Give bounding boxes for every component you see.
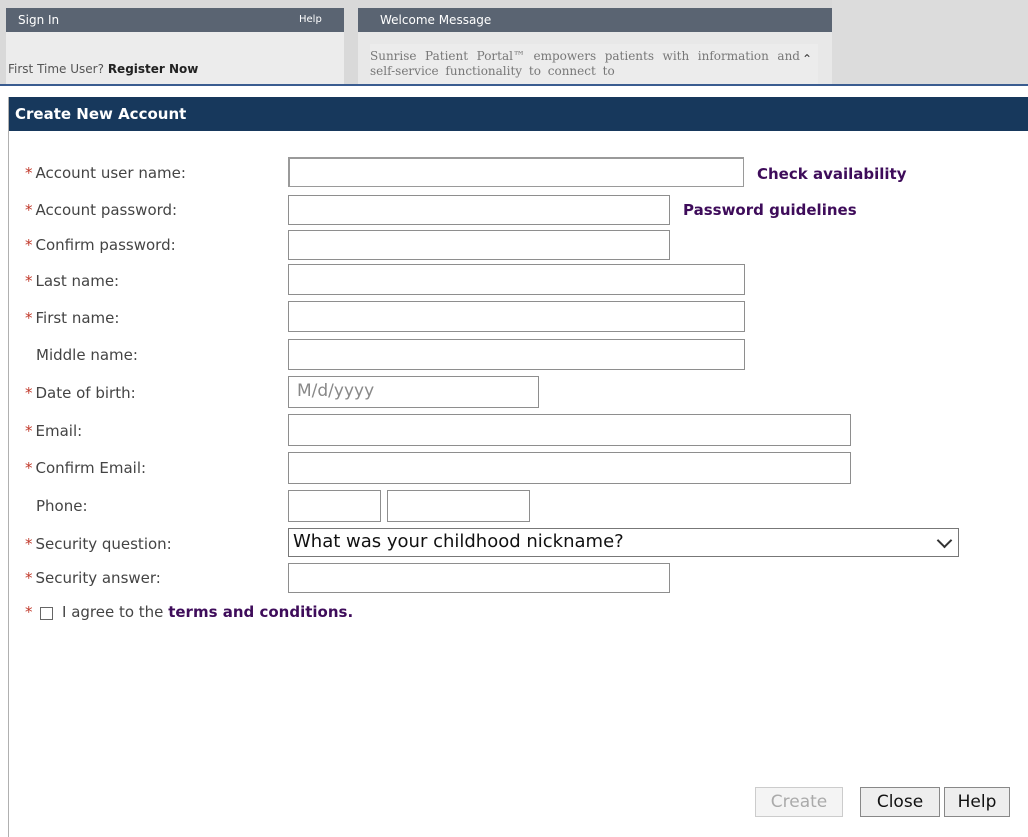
portal-background-right xyxy=(832,0,1028,84)
required-marker: * xyxy=(25,459,33,477)
email-input[interactable] xyxy=(288,414,851,446)
password-guidelines-link[interactable]: Password guidelines xyxy=(683,201,857,219)
terms-required-marker: * xyxy=(25,603,33,621)
dob-placeholder: M/d/yyyy xyxy=(297,381,375,401)
create-account-dialog: Create New Account * Account user name: C… xyxy=(8,97,1028,837)
welcome-header: Welcome Message xyxy=(358,8,832,32)
security-answer-label: * Security answer: xyxy=(25,569,161,587)
welcome-title: Welcome Message xyxy=(380,13,492,27)
terms-agreement: I agree to the terms and conditions. xyxy=(62,603,353,621)
required-marker: * xyxy=(25,272,33,290)
required-marker: * xyxy=(25,535,33,553)
signin-help-link[interactable]: Help xyxy=(299,8,322,32)
check-availability-link[interactable]: Check availability xyxy=(757,165,907,183)
required-marker: * xyxy=(25,422,33,440)
last-name-label: * Last name: xyxy=(25,272,120,290)
username-label: * Account user name: xyxy=(25,164,186,182)
phone-label: Phone: xyxy=(36,497,88,515)
required-marker: * xyxy=(25,201,33,219)
first-name-input[interactable] xyxy=(288,301,745,332)
email-label: * Email: xyxy=(25,422,83,440)
required-marker: * xyxy=(25,236,33,254)
password-label: * Account password: xyxy=(25,201,178,219)
last-name-input[interactable] xyxy=(288,264,745,295)
security-answer-input[interactable] xyxy=(288,563,670,593)
confirm-password-input[interactable] xyxy=(288,230,670,260)
signin-title: Sign In xyxy=(18,13,60,27)
required-marker: * xyxy=(25,164,33,182)
dialog-title: Create New Account xyxy=(15,105,187,123)
welcome-text: Sunrise Patient Portal™ empowers patient… xyxy=(370,49,800,78)
security-question-label: * Security question: xyxy=(25,535,172,553)
first-name-label: * First name: xyxy=(25,309,120,327)
terms-and-conditions-link[interactable]: terms and conditions. xyxy=(168,603,353,621)
dob-input[interactable]: M/d/yyyy xyxy=(288,376,539,408)
welcome-panel: Welcome Message Sunrise Patient Portal™ … xyxy=(358,8,832,84)
portal-divider xyxy=(0,84,1028,86)
agree-text: I agree to the xyxy=(62,603,164,621)
help-button[interactable]: Help xyxy=(944,787,1010,817)
phone-area-code-input[interactable] xyxy=(288,490,381,522)
confirm-email-label: * Confirm Email: xyxy=(25,459,147,477)
welcome-body[interactable]: Sunrise Patient Portal™ empowers patient… xyxy=(370,44,818,84)
signin-header: Sign In Help xyxy=(6,8,344,32)
confirm-email-input[interactable] xyxy=(288,452,851,484)
close-button[interactable]: Close xyxy=(860,787,940,817)
scroll-up-icon[interactable]: ⌃ xyxy=(802,52,812,66)
required-marker: * xyxy=(25,309,33,327)
first-time-user-text: First Time User? Register Now xyxy=(8,62,198,76)
first-time-label: First Time User? xyxy=(8,62,104,76)
confirm-password-label: * Confirm password: xyxy=(25,236,176,254)
dialog-title-bar: Create New Account xyxy=(9,97,1028,131)
signin-panel: Sign In Help First Time User? Register N… xyxy=(6,8,344,84)
middle-name-input[interactable] xyxy=(288,339,745,370)
create-button[interactable]: Create xyxy=(755,787,843,817)
security-question-value: What was your childhood nickname? xyxy=(293,531,624,552)
security-question-select[interactable]: What was your childhood nickname? xyxy=(288,528,959,557)
register-now-link[interactable]: Register Now xyxy=(108,62,199,76)
middle-name-label: Middle name: xyxy=(36,346,138,364)
required-marker: * xyxy=(25,384,33,402)
dob-label: * Date of birth: xyxy=(25,384,136,402)
phone-number-input[interactable] xyxy=(387,490,530,522)
terms-checkbox[interactable] xyxy=(40,607,53,620)
username-input[interactable] xyxy=(288,157,744,187)
chevron-down-icon xyxy=(936,532,953,549)
required-marker: * xyxy=(25,569,33,587)
password-input[interactable] xyxy=(288,195,670,225)
